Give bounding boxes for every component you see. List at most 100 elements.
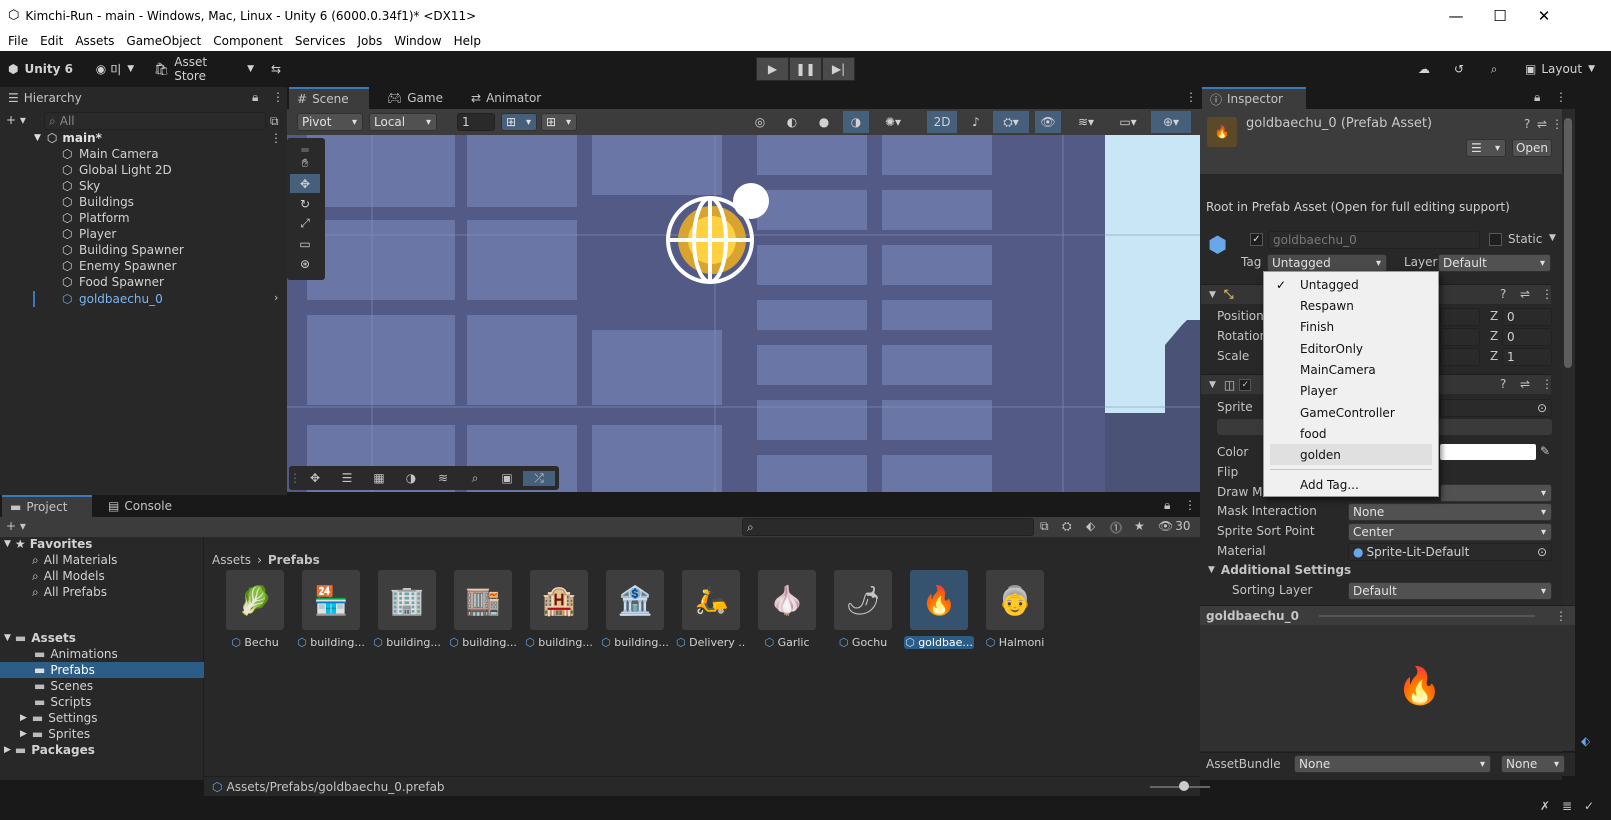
asset-item[interactable]: 🏢 ⬡ building... (372, 570, 442, 649)
position-z-field[interactable]: 0 (1502, 308, 1552, 326)
asset-item[interactable]: 🏨 ⬡ building... (524, 570, 594, 649)
unity-account-button[interactable]: ⬢ Unity 6 (8, 58, 78, 80)
shading-icon[interactable]: ◐ (779, 111, 805, 133)
tag-option-golden[interactable]: golden (1300, 448, 1341, 462)
active-checkbox[interactable]: ✓ (1250, 233, 1263, 246)
rotation-y-field[interactable] (1440, 328, 1480, 346)
object-picker-icon[interactable]: ⊙ (1537, 545, 1547, 559)
material-field[interactable]: ● Sprite-Lit-Default ⊙ (1348, 543, 1552, 561)
tab-scene[interactable]: # Scene (289, 87, 369, 109)
minimize-button[interactable]: — (1433, 0, 1479, 31)
hierarchy-add-button[interactable]: + ▾ (6, 113, 36, 131)
menu-edit[interactable]: Edit (34, 34, 69, 48)
asset-item-selected[interactable]: 🔥 ⬡ goldbae... (904, 570, 974, 649)
thumbnail-size-slider-handle[interactable] (1179, 781, 1189, 791)
gizmos-dropdown-icon[interactable]: ⊕▾ (1151, 111, 1191, 133)
object-picker-icon[interactable]: ⊙ (1537, 401, 1547, 415)
object-name-field[interactable]: goldbaechu_0 (1268, 231, 1480, 249)
assetbundle-variant-dropdown[interactable]: None (1501, 755, 1565, 773)
enabled-checkbox[interactable]: ✓ (1239, 378, 1252, 391)
cloud-icon[interactable]: ☁ (1414, 58, 1434, 80)
hierarchy-item[interactable]: ⬡ Global Light 2D (62, 162, 172, 178)
add-tag-option[interactable]: Add Tag... (1300, 478, 1359, 492)
tab-inspector[interactable]: ⓘ Inspector (1202, 87, 1306, 109)
menu-services[interactable]: Services (289, 34, 352, 48)
kebab-menu-icon[interactable]: ⋮ (1551, 117, 1563, 131)
sprite-field[interactable]: ⊙ (1440, 399, 1552, 417)
search-icon[interactable]: ⌕ (1484, 58, 1504, 80)
position-y-field[interactable] (1440, 308, 1480, 326)
tab-project[interactable]: ▬ Project (2, 495, 92, 517)
assetbundle-dropdown[interactable]: None (1294, 755, 1491, 773)
status-ok-icon[interactable]: ✓ (1584, 799, 1594, 813)
menu-component[interactable]: Component (207, 34, 289, 48)
tab-console[interactable]: ▤ Console (100, 495, 180, 517)
hierarchy-item[interactable]: ⬡ Sky (62, 178, 100, 194)
hierarchy-item[interactable]: ⬡ Platform (62, 210, 130, 226)
inspector-scrollbar-thumb[interactable] (1564, 118, 1572, 368)
mask-interaction-dropdown[interactable]: None (1348, 503, 1552, 521)
hierarchy-item[interactable]: ⬡ Building Spawner (62, 242, 184, 258)
scale-z-field[interactable]: 1 (1502, 348, 1552, 366)
asset-item[interactable]: 🌶 ⬡ Gochu (828, 570, 898, 649)
sorting-layer-dropdown[interactable]: Default (1348, 582, 1552, 600)
tab-game[interactable]: 🎮︎ Game (379, 87, 451, 109)
label-tag-icon[interactable]: ⬖ (1581, 734, 1590, 748)
project-add-button[interactable]: + ▾ (6, 519, 26, 533)
hand-tool-icon[interactable]: ✋︎ (290, 154, 320, 173)
kebab-menu-icon[interactable]: ⋮ (1555, 609, 1567, 623)
search-by-type-icon[interactable]: ⧉ (1040, 519, 1049, 534)
folder-item[interactable]: ▬ Animations (34, 646, 118, 662)
history-icon[interactable]: ↺ (1449, 58, 1469, 80)
grid-snap-dropdown[interactable]: ⊞ (501, 113, 537, 131)
favorite-item[interactable]: ⌕ All Models (32, 568, 105, 584)
tag-option-gamecontroller[interactable]: GameController (1300, 406, 1395, 420)
rect-tool-icon[interactable]: ▭ (290, 234, 320, 253)
label-filter-icon[interactable]: ⬖ (1086, 519, 1095, 533)
folder-item-prefabs[interactable]: ▬ Prefabs (34, 662, 95, 678)
increment-snap-dropdown[interactable]: ⊞ (541, 113, 577, 131)
kebab-menu-icon[interactable]: ⋮ (1541, 287, 1553, 301)
folder-item[interactable]: ▶ ▬ Sprites (20, 726, 90, 742)
menu-gameobject[interactable]: GameObject (120, 34, 207, 48)
color-swatch[interactable] (1440, 444, 1536, 460)
tag-option-player[interactable]: Player (1300, 384, 1337, 398)
asset-item[interactable]: 🏬 ⬡ building... (448, 570, 518, 649)
log-icon[interactable]: ⓵ (1110, 519, 1122, 536)
layer-dropdown[interactable]: Default (1438, 254, 1551, 272)
layers-dropdown-icon[interactable]: ≋▾ (1067, 111, 1105, 133)
scene-root[interactable]: ▼ ⬡ main* (34, 130, 102, 146)
asset-item[interactable]: 🏦 ⬡ building... (600, 570, 670, 649)
asset-item[interactable]: 🧄 ⬡ Garlic (752, 570, 822, 649)
scene-viewport[interactable] (287, 135, 1200, 492)
draw-mode-dropdown[interactable] (1440, 484, 1552, 502)
folder-item[interactable]: ▶ ▬ Settings (20, 710, 97, 726)
hidden-count[interactable]: 👁︎ 30 (1158, 519, 1191, 533)
preset-icon[interactable]: ⇌ (1520, 287, 1530, 301)
tag-dropdown[interactable]: Untagged (1267, 254, 1387, 272)
overlay-handle-icon[interactable]: ⋮ (289, 471, 301, 485)
rotate-tool-icon[interactable]: ↻ (290, 194, 320, 213)
hierarchy-filter-icon[interactable]: ⧉ (270, 114, 279, 129)
sprite-sort-point-dropdown[interactable]: Center (1348, 523, 1552, 541)
step-button[interactable]: ▶| (822, 57, 855, 81)
tab-animator[interactable]: ⇄ Animator (463, 87, 549, 109)
preview-header[interactable]: goldbaechu_0 ⋮ (1200, 605, 1575, 625)
favorites-section[interactable]: ▼ ★ Favorites (4, 536, 92, 552)
grid-size-input[interactable]: 1 (457, 113, 495, 131)
version-control-icon[interactable]: ⇆ (266, 58, 286, 80)
tag-option-respawn[interactable]: Respawn (1300, 299, 1354, 313)
close-button[interactable]: ✕ (1521, 0, 1567, 31)
lighting-toggle-icon[interactable]: ◑ (843, 111, 869, 133)
assets-folder[interactable]: ▼ ▬ Assets (4, 630, 76, 646)
preset-icon[interactable]: ⇌ (1537, 117, 1547, 131)
rotation-z-field[interactable]: 0 (1502, 328, 1552, 346)
maximize-button[interactable]: ☐ (1477, 0, 1523, 31)
folder-item[interactable]: ▬ Scripts (34, 694, 91, 710)
tag-option-maincamera[interactable]: MainCamera (1300, 363, 1376, 377)
scene-kebab-icon[interactable]: ⋮ (270, 131, 282, 145)
help-icon[interactable]: ? (1500, 377, 1506, 391)
overlay-align-icon[interactable]: ☰ (331, 471, 363, 485)
hierarchy-item[interactable]: ⬡ Food Spawner (62, 274, 164, 290)
static-checkbox[interactable] (1489, 233, 1502, 246)
